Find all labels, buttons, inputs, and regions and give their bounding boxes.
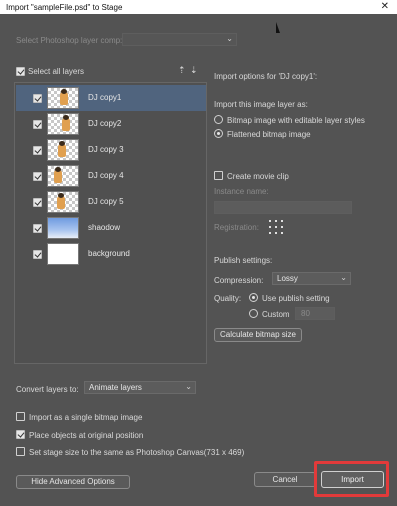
layer-row-dj-copy-5[interactable]: DJ copy 5 [16, 189, 206, 215]
create-movie-clip-label: Create movie clip [227, 172, 289, 181]
single-bitmap-label: Import as a single bitmap image [29, 413, 143, 422]
publish-settings-label: Publish settings: [214, 256, 273, 265]
layer-row-background[interactable]: background [16, 241, 206, 267]
layer-row-dj-copy-4[interactable]: DJ copy 4 [16, 163, 206, 189]
create-movie-clip-checkbox[interactable] [214, 171, 223, 180]
custom-quality-field[interactable]: 80 [295, 307, 335, 320]
layer-thumbnail [47, 217, 79, 239]
instance-name-field[interactable] [214, 201, 352, 214]
layer-checkbox[interactable] [33, 146, 42, 155]
registration-grid-icon[interactable] [268, 219, 284, 235]
registration-label: Registration: [214, 223, 259, 232]
layer-thumbnail [47, 87, 79, 109]
original-position-label: Place objects at original position [29, 431, 144, 440]
stage-size-checkbox[interactable] [16, 447, 25, 456]
convert-layers-value: Animate layers [89, 383, 142, 392]
layer-comp-select[interactable]: ⌄ [122, 33, 237, 46]
convert-layers-label: Convert layers to: [16, 385, 79, 394]
layer-checkbox[interactable] [33, 120, 42, 129]
quality-label: Quality: [214, 294, 242, 303]
layer-name: DJ copy 3 [88, 145, 124, 154]
radio-editable-label: Bitmap image with editable layer styles [227, 116, 365, 125]
radio-flattened-label: Flattened bitmap image [227, 130, 311, 139]
compression-select[interactable]: Lossy ⌄ [272, 272, 351, 285]
layer-checkbox[interactable] [33, 198, 42, 207]
hide-advanced-button[interactable]: Hide Advanced Options [16, 475, 130, 489]
sort-up-icon[interactable]: ⇡ [178, 65, 186, 76]
layer-name: shaodow [88, 223, 121, 232]
layer-thumbnail [47, 165, 79, 187]
layer-row-dj-copy1[interactable]: DJ copy1 [16, 85, 206, 111]
layer-name: DJ copy2 [88, 119, 122, 128]
layer-name: DJ copy 5 [88, 197, 124, 206]
options-header: Import options for 'DJ copy1': [214, 72, 318, 81]
instance-name-label: Instance name: [214, 187, 269, 196]
compression-value: Lossy [277, 274, 298, 283]
select-all-checkbox[interactable] [16, 67, 25, 76]
layer-thumbnail [47, 113, 79, 135]
select-all-label: Select all layers [28, 67, 85, 76]
compression-label: Compression: [214, 276, 264, 285]
layer-thumbnail [47, 191, 79, 213]
layer-thumbnail [47, 243, 79, 265]
layer-thumbnail [47, 139, 79, 161]
chevron-down-icon: ⌄ [340, 273, 347, 282]
layer-row-shaodow[interactable]: shaodow [16, 215, 206, 241]
cancel-button[interactable]: Cancel [254, 472, 316, 487]
radio-flattened[interactable] [214, 129, 223, 138]
layer-checkbox[interactable] [33, 94, 42, 103]
stage-size-label: Set stage size to the same as Photoshop … [29, 448, 245, 457]
layer-checkbox[interactable] [33, 250, 42, 259]
layer-name: DJ copy 4 [88, 171, 124, 180]
layer-row-dj-copy2[interactable]: DJ copy2 [16, 111, 206, 137]
window-title: Import "sampleFile.psd" to Stage [6, 2, 123, 12]
radio-use-publish-label: Use publish setting [262, 294, 330, 303]
layer-row-dj-copy-3[interactable]: DJ copy 3 [16, 137, 206, 163]
import-button[interactable]: Import [321, 471, 384, 488]
original-position-checkbox[interactable] [16, 430, 25, 439]
import-as-label: Import this image layer as: [214, 100, 308, 109]
radio-custom-label: Custom [262, 310, 290, 319]
layer-list: DJ copy1 DJ copy2 DJ copy 3 DJ copy 4 DJ… [14, 82, 207, 364]
single-bitmap-checkbox[interactable] [16, 412, 25, 421]
layer-comp-label: Select Photoshop layer comp: [16, 36, 123, 45]
layer-checkbox[interactable] [33, 224, 42, 233]
custom-quality-value: 80 [301, 309, 310, 318]
sort-down-icon[interactable]: ⇣ [190, 65, 198, 76]
layer-name: background [88, 249, 130, 258]
layer-checkbox[interactable] [33, 172, 42, 181]
radio-editable-styles[interactable] [214, 115, 223, 124]
convert-layers-select[interactable]: Animate layers ⌄ [84, 381, 196, 394]
layer-name: DJ copy1 [88, 93, 122, 102]
close-icon[interactable]: ✕ [381, 1, 389, 12]
radio-use-publish[interactable] [249, 293, 258, 302]
chevron-down-icon: ⌄ [185, 382, 192, 391]
radio-custom[interactable] [249, 309, 258, 318]
calculate-bitmap-size-button[interactable]: Calculate bitmap size [214, 328, 302, 342]
title-bar: Import "sampleFile.psd" to Stage ✕ [0, 0, 397, 14]
mouse-cursor-icon [276, 22, 280, 33]
chevron-down-icon: ⌄ [226, 34, 233, 43]
